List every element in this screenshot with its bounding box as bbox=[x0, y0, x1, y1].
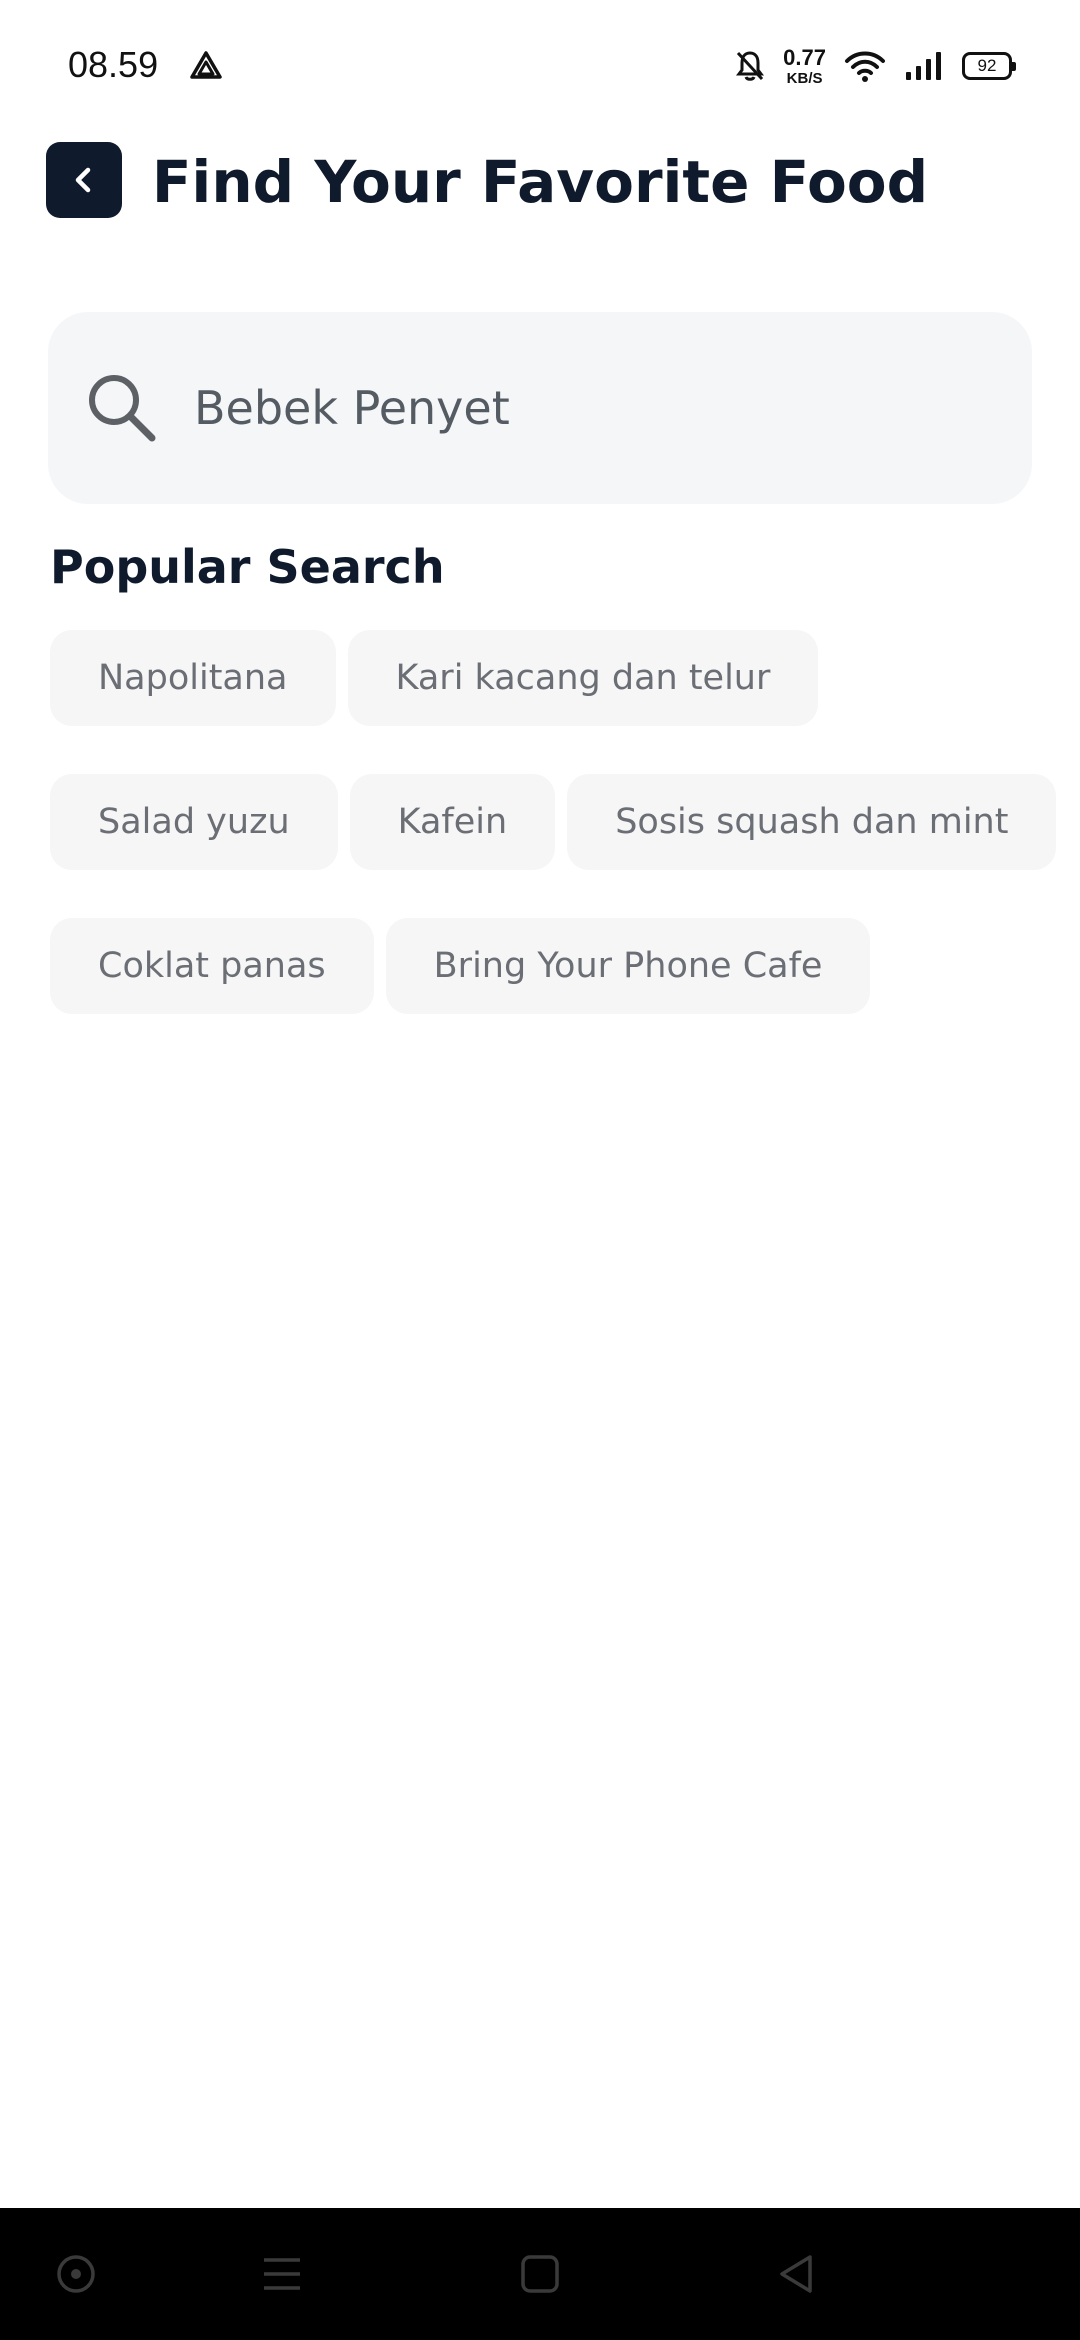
chip-sosis-squash-dan-mint[interactable]: Sosis squash dan mint bbox=[567, 774, 1057, 870]
home-square-icon[interactable] bbox=[510, 2244, 570, 2304]
net-speed-value: 0.77 bbox=[783, 44, 826, 70]
net-speed: 0.77 KB/S bbox=[783, 44, 826, 87]
chip-bring-your-phone-cafe[interactable]: Bring Your Phone Cafe bbox=[385, 918, 871, 1014]
signal-icon bbox=[906, 52, 941, 80]
chip-kari-kacang-dan-telur[interactable]: Kari kacang dan telur bbox=[347, 630, 819, 726]
record-icon[interactable] bbox=[46, 2244, 106, 2304]
status-bar: 08.59 0.77 KB/S 92 bbox=[0, 0, 1080, 130]
battery-icon: 92 bbox=[962, 52, 1016, 80]
status-right-group: 0.77 KB/S 92 bbox=[735, 44, 1016, 88]
search-box[interactable] bbox=[48, 312, 1032, 504]
chip-salad-yuzu[interactable]: Salad yuzu bbox=[50, 774, 338, 870]
status-time: 08.59 bbox=[68, 44, 159, 85]
drive-app-icon bbox=[190, 51, 222, 79]
chip-row-3: Coklat panas Bring Your Phone Cafe bbox=[50, 918, 871, 1014]
search-input[interactable] bbox=[192, 380, 976, 436]
back-triangle-icon[interactable] bbox=[766, 2244, 826, 2304]
chip-kafein[interactable]: Kafein bbox=[349, 774, 556, 870]
bell-muted-icon bbox=[736, 51, 765, 81]
popular-search-title: Popular Search bbox=[50, 540, 445, 594]
chip-row-2: Salad yuzu Kafein Sosis squash dan mint bbox=[50, 774, 1057, 870]
chip-row-1: Napolitana Kari kacang dan telur bbox=[50, 630, 819, 726]
screen: 08.59 0.77 KB/S 92 Find Your Favorite Fo… bbox=[0, 0, 1080, 2340]
chip-napolitana[interactable]: Napolitana bbox=[50, 630, 336, 726]
search-icon bbox=[89, 375, 156, 442]
system-nav-bar bbox=[0, 2208, 1080, 2340]
page-title: Find Your Favorite Food bbox=[151, 148, 929, 216]
battery-level: 92 bbox=[977, 56, 997, 75]
wifi-icon bbox=[845, 51, 885, 82]
chip-coklat-panas[interactable]: Coklat panas bbox=[50, 918, 374, 1014]
menu-icon[interactable] bbox=[252, 2244, 312, 2304]
net-speed-unit: KB/S bbox=[786, 69, 823, 87]
